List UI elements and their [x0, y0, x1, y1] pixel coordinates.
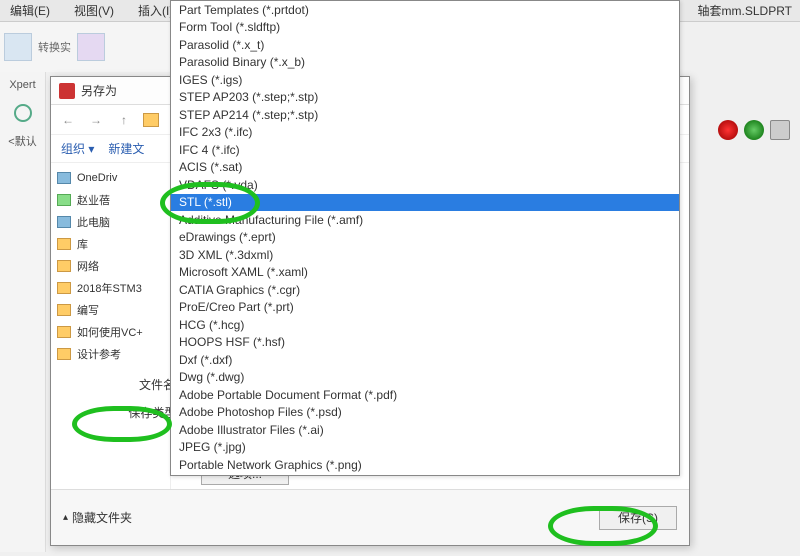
appearance-icon[interactable] [718, 120, 738, 140]
folder-icon [57, 304, 71, 316]
tree-item-label: 2018年STM3 [77, 280, 142, 296]
filetype-option[interactable]: Adobe Illustrator Files (*.ai) [171, 421, 679, 439]
new-folder-button[interactable]: 新建文 [108, 140, 144, 157]
scene-icon[interactable] [744, 120, 764, 140]
folder-icon [57, 326, 71, 338]
folder-icon [57, 216, 71, 228]
tree-item-label: OneDriv [77, 172, 117, 184]
tree-item[interactable]: 库 [57, 233, 164, 255]
hide-folders-toggle[interactable]: ▴ 隐藏文件夹 [63, 509, 132, 526]
tree-item[interactable]: 设计参考 [57, 343, 164, 365]
tree-item-label: 此电脑 [77, 214, 110, 230]
save-button[interactable]: 保存(S) [599, 506, 677, 530]
feature-icon-2[interactable] [77, 33, 105, 61]
folder-icon [57, 348, 71, 360]
folder-tree: OneDriv 赵业蓓此电脑库网络 2018年STM3 编写如何使用VC+ 设计参考 [51, 163, 171, 489]
filetype-option[interactable]: STEP AP203 (*.step;*.stp) [171, 89, 679, 107]
filetype-option[interactable]: Adobe Portable Document Format (*.pdf) [171, 386, 679, 404]
tree-item-label: 赵业蓓 [77, 192, 110, 208]
filetype-option[interactable]: IGES (*.igs) [171, 71, 679, 89]
tree-item[interactable]: 2018年STM3 [57, 277, 164, 299]
tree-item[interactable]: 网络 [57, 255, 164, 277]
nav-up-icon[interactable]: ↑ [115, 111, 133, 129]
dialog-footer: ▴ 隐藏文件夹 保存(S) [51, 489, 689, 545]
filetype-option[interactable]: Adobe Photoshop Files (*.psd) [171, 404, 679, 422]
globe-icon[interactable] [14, 104, 32, 122]
ribbon: 转换实 [0, 22, 170, 72]
filetype-option[interactable]: HCG (*.hcg) [171, 316, 679, 334]
ribbon-label: 转换实 [38, 39, 71, 55]
tree-item[interactable]: 如何使用VC+ [57, 321, 164, 343]
config-default[interactable]: <默认 [0, 128, 45, 154]
dialog-title: 另存为 [81, 82, 117, 99]
tree-item-label: 库 [77, 236, 88, 252]
filetype-option[interactable]: eDrawings (*.eprt) [171, 229, 679, 247]
nav-back-icon[interactable]: ← [59, 111, 77, 129]
tree-item-label: 设计参考 [77, 346, 121, 362]
filetype-option[interactable]: Portable Network Graphics (*.png) [171, 456, 679, 474]
filetype-option[interactable]: HOOPS HSF (*.hsf) [171, 334, 679, 352]
tree-item[interactable]: OneDriv [57, 167, 164, 189]
xpert-tab[interactable]: Xpert [0, 72, 45, 98]
folder-icon [143, 113, 159, 127]
filetype-option[interactable]: JPEG (*.jpg) [171, 439, 679, 457]
document-title: 轴套mm.SLDPRT [698, 2, 792, 19]
filetype-option[interactable]: Parasolid Binary (*.x_b) [171, 54, 679, 72]
hide-folders-label: 隐藏文件夹 [72, 509, 132, 526]
feature-icon[interactable] [4, 33, 32, 61]
filetype-option[interactable]: STEP AP214 (*.step;*.stp) [171, 106, 679, 124]
folder-icon [57, 172, 71, 184]
filetype-option[interactable]: Part Templates (*.prtdot) [171, 1, 679, 19]
chevron-up-icon: ▴ [63, 512, 68, 523]
filetype-dropdown[interactable]: Part Templates (*.prtdot)Form Tool (*.sl… [170, 0, 680, 476]
filetype-option[interactable]: Dwg (*.dwg) [171, 369, 679, 387]
folder-icon [57, 194, 71, 206]
tree-item[interactable]: 赵业蓓 [57, 189, 164, 211]
folder-icon [57, 238, 71, 250]
left-panel: Xpert <默认 [0, 72, 46, 552]
organize-menu[interactable]: 组织 ▾ [61, 140, 94, 157]
menu-view[interactable]: 视图(V) [68, 0, 120, 21]
filetype-option[interactable]: IFC 4 (*.ifc) [171, 141, 679, 159]
filetype-option[interactable]: STL (*.stl) [171, 194, 679, 212]
solidworks-icon [59, 83, 75, 99]
filetype-option[interactable]: Additive Manufacturing File (*.amf) [171, 211, 679, 229]
tree-item-label: 网络 [77, 258, 99, 274]
filetype-option[interactable]: ACIS (*.sat) [171, 159, 679, 177]
folder-icon [57, 282, 71, 294]
filetype-option[interactable]: CATIA Graphics (*.cgr) [171, 281, 679, 299]
filetype-option[interactable]: SOLIDWORKS Composer (*.smg) [171, 474, 679, 477]
filetype-option[interactable]: IFC 2x3 (*.ifc) [171, 124, 679, 142]
filetype-option[interactable]: Microsoft XAML (*.xaml) [171, 264, 679, 282]
filetype-option[interactable]: VDAFS (*.vda) [171, 176, 679, 194]
filetype-option[interactable]: Parasolid (*.x_t) [171, 36, 679, 54]
decal-icon[interactable] [770, 120, 790, 140]
tree-item[interactable]: 编写 [57, 299, 164, 321]
filetype-option[interactable]: Dxf (*.dxf) [171, 351, 679, 369]
filetype-option[interactable]: ProE/Creo Part (*.prt) [171, 299, 679, 317]
tree-item-label: 如何使用VC+ [77, 324, 143, 340]
view-icons [718, 120, 790, 140]
filetype-option[interactable]: 3D XML (*.3dxml) [171, 246, 679, 264]
nav-fwd-icon[interactable]: → [87, 111, 105, 129]
filetype-option[interactable]: Form Tool (*.sldftp) [171, 19, 679, 37]
menu-edit[interactable]: 编辑(E) [4, 0, 56, 21]
folder-icon [57, 260, 71, 272]
tree-item[interactable]: 此电脑 [57, 211, 164, 233]
tree-item-label: 编写 [77, 302, 99, 318]
